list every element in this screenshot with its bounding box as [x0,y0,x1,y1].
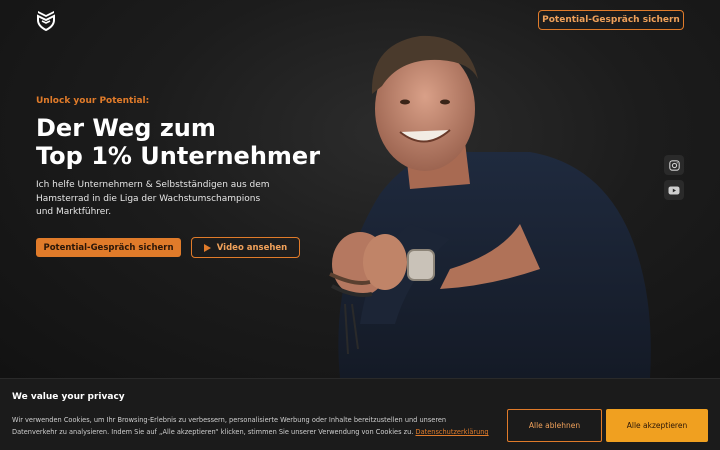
reject-all-button[interactable]: Alle ablehnen [507,409,602,442]
watch-video-button[interactable]: Video ansehen [191,237,300,258]
hero-eyebrow: Unlock your Potential: [36,96,150,106]
accept-all-button[interactable]: Alle akzeptieren [606,409,708,442]
hero-subtext: Ich helfe Unternehmern & Selbstständigen… [36,180,270,217]
watch-video-label: Video ansehen [216,242,288,253]
cookie-title: We value your privacy [12,392,125,402]
cookie-text: Wir verwenden Cookies, um Ihr Browsing-E… [12,414,492,438]
cookie-banner: We value your privacy Wir verwenden Cook… [0,378,720,450]
brand-logo-icon[interactable] [34,9,58,32]
privacy-policy-link[interactable]: Datenschutzerklärung [416,428,489,436]
cookie-description: Wir verwenden Cookies, um Ihr Browsing-E… [12,416,447,436]
hero-portrait-image [329,35,651,378]
youtube-icon [668,186,680,194]
hero-section: Potential-Gespräch sichern Unlock your P… [0,0,720,378]
play-icon [203,243,211,252]
youtube-link[interactable] [664,180,684,200]
potential-call-button[interactable]: Potential-Gespräch sichern [36,238,181,257]
instagram-icon [668,159,680,171]
instagram-link[interactable] [664,155,684,175]
